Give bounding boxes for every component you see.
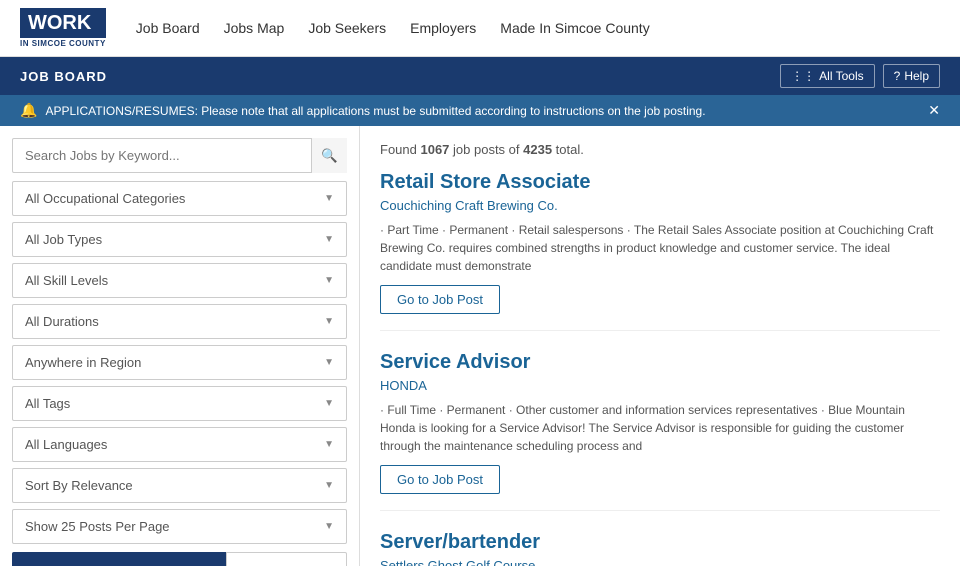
job-title: Server/bartender	[380, 531, 940, 554]
filter-per-page[interactable]: Show 25 Posts Per Page ▼	[12, 509, 347, 544]
main-nav: Job Board Jobs Map Job Seekers Employers…	[136, 20, 650, 36]
filter-languages[interactable]: All Languages ▼	[12, 427, 347, 462]
header: WORK IN SIMCOE COUNTY Job Board Jobs Map…	[0, 0, 960, 57]
filter-tags-label: All Tags	[25, 396, 70, 411]
sub-header: JOB BOARD ⋮⋮ All Tools ? Help	[0, 57, 960, 95]
search-input-wrap: 🔍	[12, 138, 347, 173]
filter-categories[interactable]: All Occupational Categories ▼	[12, 181, 347, 216]
help-button[interactable]: ? Help	[883, 64, 940, 88]
job-card: Service Advisor HONDA · Full Time · Perm…	[380, 351, 940, 511]
filter-job-types-label: All Job Types	[25, 232, 102, 247]
alert-message: APPLICATIONS/RESUMES: Please note that a…	[45, 104, 705, 118]
filter-per-page-label: Show 25 Posts Per Page	[25, 519, 170, 534]
magnifier-icon: 🔍	[321, 148, 338, 164]
logo-main: WORK	[20, 8, 106, 38]
nav-employers[interactable]: Employers	[410, 20, 476, 36]
filter-categories-label: All Occupational Categories	[25, 191, 185, 206]
total-count: 4235	[523, 142, 552, 157]
filter-sort-label: Sort By Relevance	[25, 478, 133, 493]
filter-region[interactable]: Anywhere in Region ▼	[12, 345, 347, 380]
job-company: Settlers Ghost Golf Course	[380, 558, 940, 566]
job-title: Service Advisor	[380, 351, 940, 374]
sub-header-title: JOB BOARD	[20, 69, 107, 84]
chevron-down-icon: ▼	[324, 480, 334, 491]
help-icon: ?	[894, 69, 901, 83]
nav-job-board[interactable]: Job Board	[136, 20, 200, 36]
job-tags: · Part Time · Permanent · Retail salespe…	[380, 221, 940, 275]
button-row: Search Now Clear	[12, 552, 347, 566]
chevron-down-icon: ▼	[324, 275, 334, 286]
main-content: 🔍 All Occupational Categories ▼ All Job …	[0, 126, 960, 566]
go-to-job-post-button[interactable]: Go to Job Post	[380, 285, 500, 314]
search-now-button[interactable]: Search Now	[12, 552, 226, 566]
alert-bar: 🔔 APPLICATIONS/RESUMES: Please note that…	[0, 95, 960, 126]
filter-tags[interactable]: All Tags ▼	[12, 386, 347, 421]
filter-skill-levels-label: All Skill Levels	[25, 273, 108, 288]
tools-icon: ⋮⋮	[791, 69, 815, 83]
chevron-down-icon: ▼	[324, 357, 334, 368]
chevron-down-icon: ▼	[324, 398, 334, 409]
results-summary: Found 1067 job posts of 4235 total.	[380, 142, 940, 157]
logo-sub: IN SIMCOE COUNTY	[20, 39, 106, 48]
logo-area: WORK IN SIMCOE COUNTY	[20, 8, 106, 48]
filter-region-label: Anywhere in Region	[25, 355, 141, 370]
job-company: HONDA	[380, 378, 940, 393]
chevron-down-icon: ▼	[324, 316, 334, 327]
job-tags: · Full Time · Permanent · Other customer…	[380, 401, 940, 455]
alert-icon: 🔔	[20, 102, 37, 119]
filter-sort[interactable]: Sort By Relevance ▼	[12, 468, 347, 503]
filter-durations[interactable]: All Durations ▼	[12, 304, 347, 339]
all-tools-button[interactable]: ⋮⋮ All Tools	[780, 64, 874, 88]
chevron-down-icon: ▼	[324, 193, 334, 204]
filter-languages-label: All Languages	[25, 437, 107, 452]
chevron-down-icon: ▼	[324, 521, 334, 532]
chevron-down-icon: ▼	[324, 439, 334, 450]
nav-made-in-simcoe[interactable]: Made In Simcoe County	[500, 20, 649, 36]
nav-job-seekers[interactable]: Job Seekers	[308, 20, 386, 36]
search-input[interactable]	[12, 138, 347, 173]
job-card: Server/bartender Settlers Ghost Golf Cou…	[380, 531, 940, 566]
go-to-job-post-button[interactable]: Go to Job Post	[380, 465, 500, 494]
job-title: Retail Store Associate	[380, 171, 940, 194]
close-icon[interactable]: ✕	[928, 102, 940, 119]
nav-jobs-map[interactable]: Jobs Map	[224, 20, 285, 36]
sub-header-actions: ⋮⋮ All Tools ? Help	[780, 64, 940, 88]
search-icon-button[interactable]: 🔍	[311, 138, 347, 173]
filter-job-types[interactable]: All Job Types ▼	[12, 222, 347, 257]
job-count: 1067	[420, 142, 449, 157]
chevron-down-icon: ▼	[324, 234, 334, 245]
job-company: Couchiching Craft Brewing Co.	[380, 198, 940, 213]
filter-durations-label: All Durations	[25, 314, 99, 329]
job-listings: Found 1067 job posts of 4235 total. Reta…	[360, 126, 960, 566]
clear-button[interactable]: Clear	[226, 552, 347, 566]
sidebar: 🔍 All Occupational Categories ▼ All Job …	[0, 126, 360, 566]
filter-skill-levels[interactable]: All Skill Levels ▼	[12, 263, 347, 298]
job-card: Retail Store Associate Couchiching Craft…	[380, 171, 940, 331]
